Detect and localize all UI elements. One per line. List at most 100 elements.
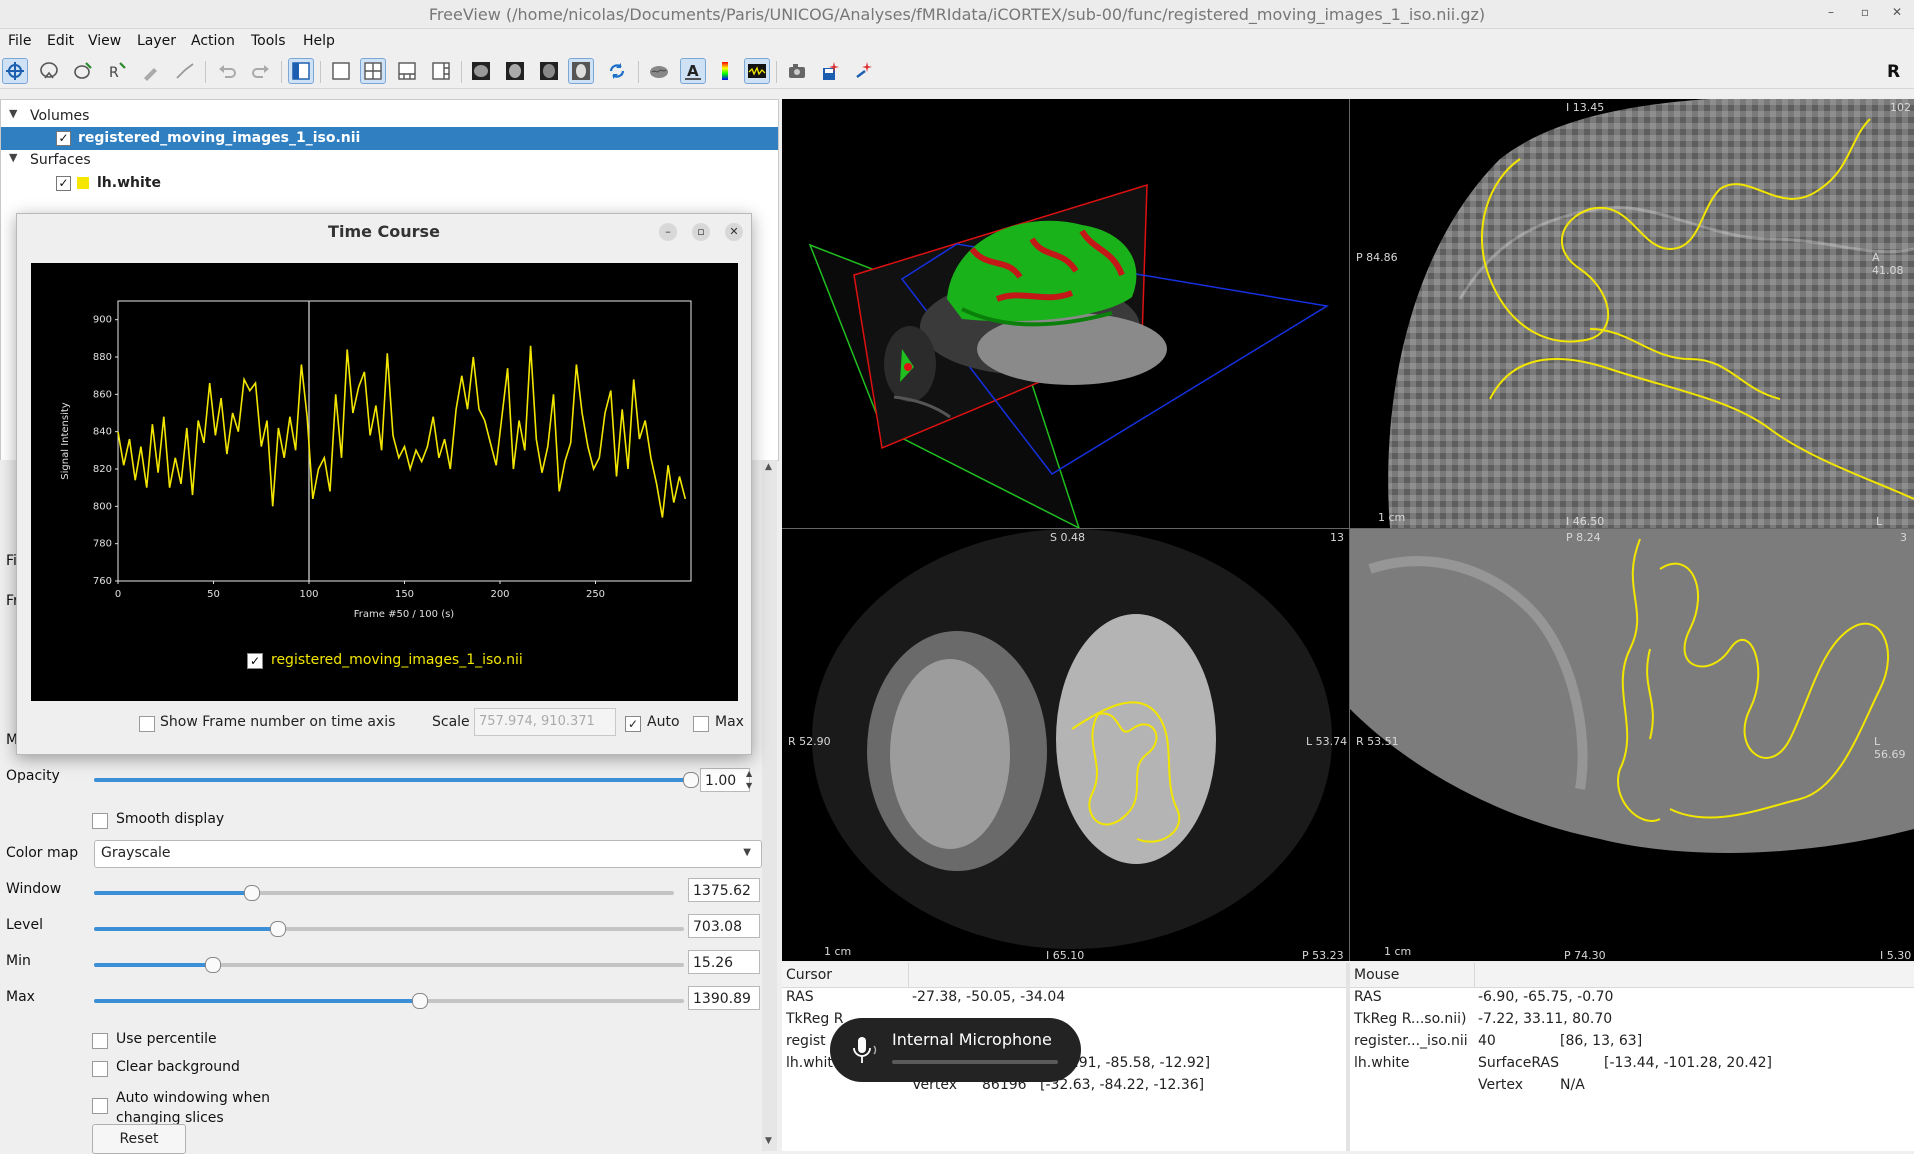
coronal-view-icon[interactable] [502, 58, 528, 84]
navigate-icon[interactable] [2, 58, 28, 84]
surface-visible-checkbox[interactable]: ✓ [56, 176, 71, 191]
maximize-button[interactable]: ▫ [1857, 5, 1873, 21]
undo-icon[interactable] [214, 58, 240, 84]
max-slider-handle[interactable] [411, 993, 428, 1009]
max-field[interactable]: 1390.89 [688, 986, 760, 1010]
coronal-right-label: L 56.69 [1874, 735, 1906, 761]
layout-2x2-icon[interactable] [360, 58, 386, 84]
layout-1x1-icon[interactable] [328, 58, 354, 84]
min-slider-handle[interactable] [205, 957, 221, 973]
cursor-ras-label: RAS [786, 989, 814, 1005]
maximize-button[interactable]: ▫ [692, 223, 710, 241]
signal-series-line [117, 345, 687, 518]
surface-layer-item[interactable]: ✓ lh.white [1, 172, 778, 194]
volume-visible-checkbox[interactable]: ✓ [56, 131, 71, 146]
max-scale-checkbox[interactable] [693, 716, 709, 732]
axial-view[interactable]: S 0.48 R 52.90 L 53.74 I 65.10 P 53.23 1… [782, 529, 1350, 961]
window-field[interactable]: 1375.62 [688, 878, 760, 902]
snapshot-icon[interactable] [784, 58, 810, 84]
mouse-surface-ras-value: [-13.44, -101.28, 20.42] [1604, 1055, 1772, 1071]
axial-scale-bar: 1 cm [824, 945, 852, 958]
svg-text:R: R [109, 65, 119, 81]
min-field[interactable]: 15.26 [688, 950, 760, 974]
chevron-down-icon[interactable]: ▼ [9, 107, 17, 120]
coronal-bottom-label: P 74.30 [1564, 949, 1606, 961]
reset-view-icon[interactable] [604, 58, 630, 84]
save-point-icon[interactable] [818, 58, 844, 84]
voxel-edit-icon[interactable] [70, 58, 96, 84]
mouse-header-label: Mouse [1354, 967, 1400, 983]
text-annotation-icon[interactable]: A [680, 58, 706, 84]
coronal-view[interactable]: P 8.24 R 53.51 L 56.69 P 74.30 I 5.30 3 … [1350, 529, 1914, 961]
window-slider-handle[interactable] [243, 885, 260, 901]
auto-windowing-label: Auto windowing when changing slices [116, 1090, 270, 1126]
point-set-edit-icon[interactable] [138, 58, 164, 84]
surfaces-group[interactable]: ▼ Surfaces [1, 150, 778, 172]
menu-file[interactable]: File [8, 33, 31, 49]
mouse-surface-ras-label: SurfaceRAS [1478, 1055, 1559, 1071]
layout-1-3-icon[interactable] [394, 58, 420, 84]
roi-edit-icon[interactable]: R [104, 58, 130, 84]
series-legend-checkbox[interactable]: ✓ [247, 653, 263, 669]
coronal-slice[interactable] [1350, 529, 1914, 961]
3d-view[interactable] [782, 99, 1350, 529]
menu-bar: File Edit View Layer Action Tools Help [0, 29, 1914, 53]
mouse-vertex-value: N/A [1560, 1077, 1585, 1093]
layout-1-3-horizontal-icon[interactable] [428, 58, 454, 84]
mouse-ras-value: -6.90, -65.75, -0.70 [1478, 989, 1614, 1005]
time-course-chart[interactable]: 760 780 800 820 840 860 880 900 0 50 100 150 200 250… [31, 263, 738, 701]
menu-view[interactable]: View [88, 33, 121, 49]
opacity-spinbox[interactable]: 1.00 [700, 768, 750, 792]
cursor-ras-value[interactable]: -27.38, -50.05, -34.04 [912, 989, 1065, 1005]
sagittal-slice[interactable] [1350, 99, 1914, 528]
colorbar-icon[interactable] [712, 58, 738, 84]
toggle-panel-icon[interactable] [288, 58, 314, 84]
properties-scrollbar[interactable]: ▲ ▼ [762, 460, 777, 1151]
menu-help[interactable]: Help [303, 33, 335, 49]
scroll-up-icon[interactable]: ▲ [765, 462, 772, 472]
redo-icon[interactable] [248, 58, 274, 84]
axial-slice[interactable] [782, 529, 1349, 961]
spin-arrows-icon[interactable]: ▲ ▼ [746, 768, 752, 792]
timecourse-icon[interactable] [744, 58, 770, 84]
scale-range-field[interactable]: 757.974, 910.371 [474, 708, 616, 736]
scroll-down-icon[interactable]: ▼ [765, 1136, 772, 1146]
3d-view-icon[interactable] [568, 58, 594, 84]
opacity-slider-fill [94, 778, 690, 782]
axial-view-icon[interactable] [536, 58, 562, 84]
close-button[interactable]: ✕ [1889, 5, 1905, 21]
auto-scale-label: Auto [647, 714, 680, 730]
auto-scale-checkbox[interactable]: ✓ [625, 716, 641, 732]
minimize-button[interactable]: – [1823, 5, 1839, 21]
sagittal-view-icon[interactable] [468, 58, 494, 84]
level-field[interactable]: 703.08 [688, 914, 760, 938]
chevron-down-icon[interactable]: ▼ [9, 151, 17, 164]
show-frame-number-checkbox[interactable] [139, 716, 155, 732]
goto-point-icon[interactable] [852, 58, 878, 84]
y-tick-label: 780 [93, 539, 112, 550]
reset-button[interactable]: Reset [92, 1124, 186, 1154]
menu-tools[interactable]: Tools [251, 33, 286, 49]
time-course-plot: 760 780 800 820 840 860 880 900 0 50 100 150 200 250… [31, 263, 738, 701]
volume-layer-item[interactable]: ✓ registered_moving_images_1_iso.nii [1, 127, 778, 150]
cursor-volume-label: regist [786, 1033, 826, 1049]
recon-edit-icon[interactable] [36, 58, 62, 84]
window-label: Window [6, 881, 62, 897]
level-slider-handle[interactable] [269, 921, 286, 937]
microphone-icon [853, 1037, 877, 1063]
time-course-dialog: Time Course – ▫ ✕ 760 780 800 820 840 860 880 9… [16, 213, 752, 755]
minimize-button[interactable]: – [659, 223, 677, 241]
menu-edit[interactable]: Edit [47, 33, 74, 49]
window-slider-fill [94, 891, 251, 895]
contour-icon[interactable] [172, 58, 198, 84]
menu-action[interactable]: Action [191, 33, 235, 49]
opacity-slider-handle[interactable] [683, 772, 699, 788]
3d-render[interactable] [782, 99, 1349, 528]
close-button[interactable]: ✕ [725, 223, 743, 241]
sagittal-view[interactable]: I 13.45 P 84.86 A 41.08 I 46.50 L 20.49 … [1350, 99, 1914, 529]
opacity-label: Opacity [6, 768, 60, 784]
volumes-group[interactable]: ▼ Volumes [1, 106, 778, 128]
surface-icon[interactable] [646, 58, 672, 84]
colormap-dropdown[interactable]: Grayscale ▼ [94, 840, 762, 868]
menu-layer[interactable]: Layer [137, 33, 176, 49]
